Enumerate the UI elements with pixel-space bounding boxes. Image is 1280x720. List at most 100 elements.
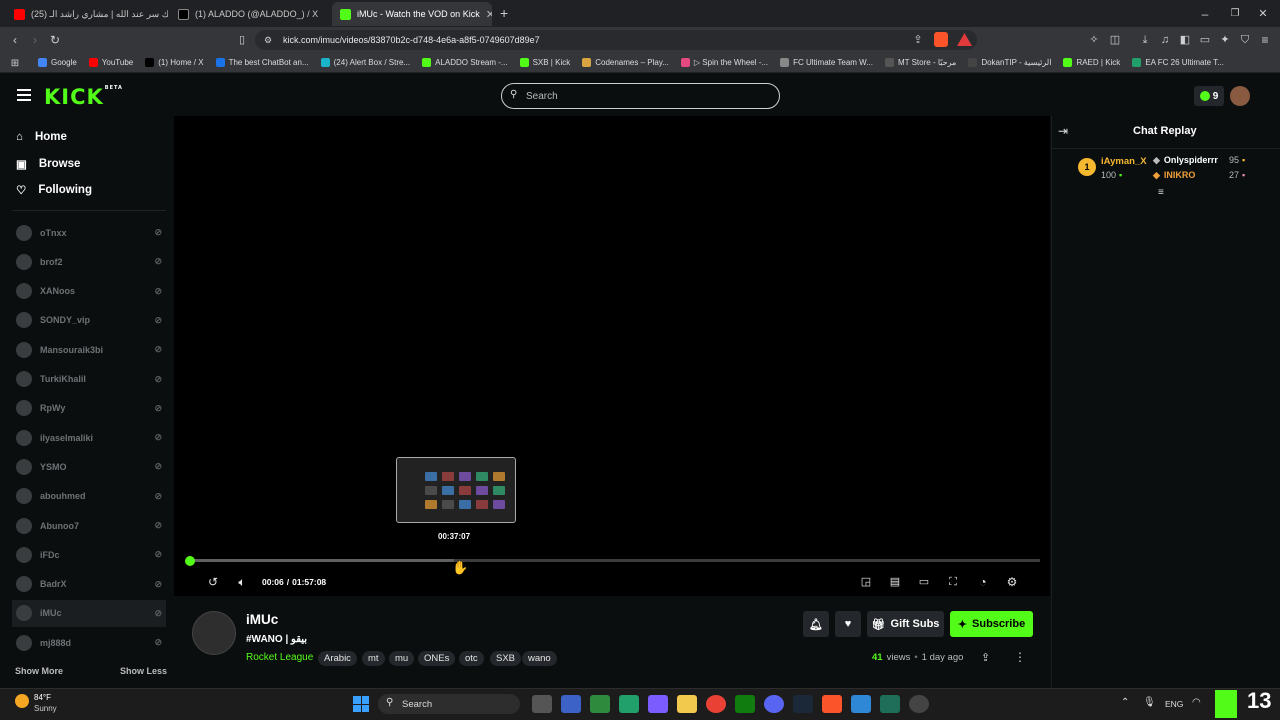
media-icon[interactable]: ♫ bbox=[1158, 27, 1172, 53]
sidebar-channel-ysmo[interactable]: YSMO ⊘ bbox=[16, 453, 166, 480]
miniplayer-icon[interactable]: ▤ bbox=[886, 574, 904, 590]
microphone-icon[interactable]: 🎙︎ bbox=[1143, 697, 1156, 708]
bookmark-item[interactable]: Codenames – Play... bbox=[582, 58, 669, 67]
sidebar-channel-sondy_vip[interactable]: SONDY_vip ⊘ bbox=[16, 307, 166, 334]
tag-pill[interactable]: ONEs bbox=[418, 651, 456, 666]
more-options-icon[interactable]: ⋮ bbox=[1014, 650, 1026, 664]
vpn-icon[interactable]: ⛉ bbox=[1238, 27, 1252, 53]
tag-pill[interactable]: mu bbox=[389, 651, 415, 666]
tag-pill[interactable]: SXB bbox=[490, 651, 522, 666]
kick-points-badge[interactable]: 9 bbox=[1194, 86, 1224, 106]
follow-heart-button[interactable]: ♥ bbox=[835, 611, 861, 637]
restore-icon[interactable]: ❐ bbox=[1226, 1, 1244, 27]
user-avatar[interactable] bbox=[1230, 86, 1250, 106]
chrome-icon[interactable] bbox=[706, 695, 726, 713]
channel-avatar[interactable] bbox=[192, 611, 236, 655]
gift-subs-button[interactable]: 🎁︎ Gift Subs bbox=[867, 611, 944, 637]
sidebar-channel-ifdc[interactable]: iFDc ⊘ bbox=[16, 541, 166, 568]
kick-logo[interactable]: KICKBETA bbox=[44, 85, 123, 109]
browser-tab-kick[interactable]: iMUc - Watch the VOD on Kick ✕ bbox=[332, 2, 492, 26]
weather-temp[interactable]: 84°F bbox=[34, 693, 51, 702]
sidebar-channel-abunoo7[interactable]: Abunoo7 ⊘ bbox=[16, 512, 166, 539]
bookmark-item[interactable]: RAED | Kick bbox=[1063, 58, 1120, 67]
bookmark-item[interactable]: ▷ Spin the Wheel -... bbox=[680, 58, 768, 67]
new-tab-button[interactable]: + bbox=[500, 5, 508, 21]
bookmark-item[interactable]: DokanTIP - الرئيسية bbox=[968, 58, 1051, 67]
discord-icon[interactable] bbox=[764, 695, 784, 713]
bookmark-icon[interactable]: ▯ bbox=[234, 27, 250, 53]
app-icon[interactable] bbox=[880, 695, 900, 713]
taskbar-search[interactable]: Search bbox=[378, 694, 520, 714]
nav-browse[interactable]: ▣ Browse bbox=[16, 154, 80, 174]
show-more-link[interactable]: Show More bbox=[15, 666, 63, 676]
nav-following[interactable]: ♡ Following bbox=[16, 180, 92, 200]
bookmark-item[interactable]: ALADDO Stream -... bbox=[422, 58, 508, 67]
rewind-icon[interactable]: ↺ bbox=[204, 574, 222, 590]
bookmark-item[interactable]: FC Ultimate Team W... bbox=[780, 58, 873, 67]
leo-icon[interactable]: ✦ bbox=[1218, 27, 1232, 53]
sidebar-channel-abouhmed[interactable]: abouhmed ⊘ bbox=[16, 483, 166, 510]
task-view-icon[interactable] bbox=[532, 695, 552, 713]
bookmark-item[interactable]: The best ChatBot an... bbox=[215, 58, 309, 67]
browser-tab-youtube[interactable]: (25) هل لك سر عند الله | مشاري راشد الـ bbox=[6, 2, 168, 26]
collapse-chat-icon[interactable]: ⇥ bbox=[1058, 124, 1068, 138]
tag-pill[interactable]: otc bbox=[459, 651, 484, 666]
window-close-icon[interactable]: ✕ bbox=[1254, 1, 1272, 27]
sidebar-channel-mj888d[interactable]: mj888d ⊘ bbox=[16, 629, 166, 656]
back-icon[interactable]: ‹ bbox=[6, 27, 24, 53]
reload-icon[interactable]: ↻ bbox=[46, 27, 64, 53]
reader-icon[interactable]: ◧ bbox=[1178, 27, 1192, 53]
minimize-icon[interactable]: – bbox=[1196, 1, 1214, 27]
tag-pill[interactable]: Arabic bbox=[318, 651, 357, 666]
bookmark-item[interactable]: YouTube bbox=[88, 58, 133, 67]
sidebar-channel-rpwy[interactable]: RpWy ⊘ bbox=[16, 395, 166, 422]
network-icon[interactable]: ◠ bbox=[1192, 697, 1201, 708]
download-icon[interactable]: ⤓ bbox=[1138, 27, 1152, 53]
bookmark-item[interactable]: SXB | Kick bbox=[519, 58, 570, 67]
sidebar-channel-mansouraik3bi[interactable]: Mansouraik3bi ⊘ bbox=[16, 336, 166, 363]
site-info-icon[interactable]: ⚙ bbox=[262, 27, 274, 53]
bookmark-item[interactable]: (24) Alert Box / Stre... bbox=[320, 58, 410, 67]
leaderboard-entry[interactable]: ◆ INIKRO bbox=[1153, 170, 1195, 181]
share-icon[interactable]: ⇪ bbox=[981, 651, 990, 664]
volume-icon[interactable]: 🔈︎ bbox=[233, 574, 251, 590]
fullscreen-icon[interactable]: ⛶ bbox=[944, 574, 962, 590]
browser-tab-x[interactable]: (1) ALADDO (@ALADDO_) / X bbox=[170, 2, 330, 26]
nav-home[interactable]: ⌂ Home bbox=[16, 127, 67, 147]
settings-gear-icon[interactable]: ⚙ bbox=[1003, 574, 1021, 590]
leaderboard-entry[interactable]: ◆ Onlyspiderrr bbox=[1153, 155, 1218, 166]
windows-start-icon[interactable] bbox=[353, 696, 369, 712]
bookmark-item[interactable]: EA FC 26 Ultimate T... bbox=[1132, 58, 1224, 67]
game-icon[interactable] bbox=[648, 695, 668, 713]
file-explorer-icon[interactable] bbox=[677, 695, 697, 713]
category-link[interactable]: Rocket League bbox=[246, 652, 313, 663]
clip-icon[interactable]: ◲ bbox=[857, 574, 875, 590]
leaderboard-top-user[interactable]: iAyman_X bbox=[1101, 156, 1147, 167]
channel-name[interactable]: iMUc bbox=[246, 612, 278, 627]
tray-overflow-icon[interactable]: ⌃ bbox=[1121, 697, 1129, 708]
seek-handle[interactable] bbox=[185, 556, 195, 566]
brave-shield-icon[interactable] bbox=[934, 32, 948, 47]
store-icon[interactable] bbox=[619, 695, 639, 713]
xbox-app-icon[interactable] bbox=[735, 695, 755, 713]
video-player[interactable] bbox=[174, 116, 1050, 596]
xbox-icon[interactable] bbox=[590, 695, 610, 713]
search-input[interactable]: Search bbox=[501, 83, 780, 109]
extensions-icon[interactable]: ✧ bbox=[1087, 27, 1101, 53]
notepad-icon[interactable] bbox=[851, 695, 871, 713]
bookmark-item[interactable]: (1) Home / X bbox=[145, 58, 204, 67]
share-icon[interactable]: ⇪ bbox=[910, 27, 926, 53]
subscribe-button[interactable]: ✦ Subscribe bbox=[950, 611, 1033, 637]
close-tab-icon[interactable]: ✕ bbox=[486, 8, 492, 21]
notification-bell-button[interactable]: 🔔︎ bbox=[803, 611, 829, 637]
sidebar-channel-otnxx[interactable]: oTnxx ⊘ bbox=[16, 219, 166, 246]
language-indicator[interactable]: ENG bbox=[1165, 699, 1183, 709]
app-icon[interactable] bbox=[561, 695, 581, 713]
forward-icon[interactable]: › bbox=[26, 27, 44, 53]
sidebar-channel-imuc[interactable]: iMUc ⊘ bbox=[12, 599, 166, 627]
obs-icon[interactable] bbox=[909, 695, 929, 713]
sidebar-channel-ilyaselmaliki[interactable]: ilyaselmaliki ⊘ bbox=[16, 424, 166, 451]
seek-bar[interactable] bbox=[190, 559, 1040, 562]
sidebar-channel-brof2[interactable]: brof2 ⊘ bbox=[16, 248, 166, 275]
steam-icon[interactable] bbox=[793, 695, 813, 713]
